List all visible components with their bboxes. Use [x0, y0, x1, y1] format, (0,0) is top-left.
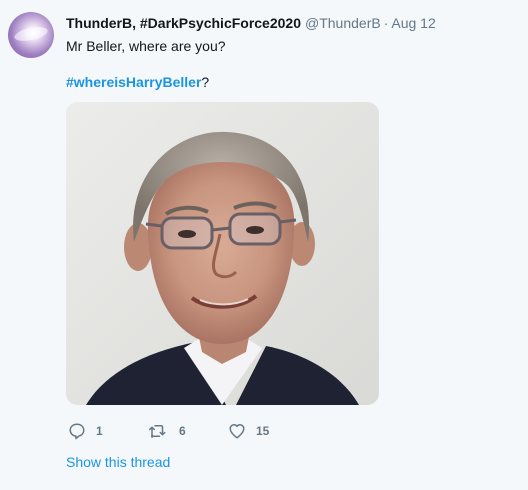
reply-icon [69, 423, 85, 440]
hashtag-link[interactable]: #whereisHarryBeller [66, 74, 201, 90]
user-handle[interactable]: @ThunderB [305, 15, 381, 31]
retweet-button[interactable]: 6 [147, 420, 186, 442]
tweet-header: ThunderB, #DarkPsychicForce2020 @ThunderB… [66, 14, 436, 32]
reply-button[interactable]: 1 [68, 420, 103, 442]
hashtag-suffix: ? [201, 74, 210, 90]
tweet-photo[interactable] [66, 102, 379, 405]
heart-icon [229, 423, 245, 439]
retweet-count: 6 [179, 424, 186, 438]
display-name[interactable]: ThunderB, #DarkPsychicForce2020 [66, 15, 301, 31]
show-thread-link[interactable]: Show this thread [66, 453, 170, 471]
retweet-icon [149, 425, 166, 438]
tweet-date[interactable]: Aug 12 [391, 15, 435, 31]
reply-count: 1 [96, 424, 103, 438]
like-count: 15 [256, 424, 270, 438]
portrait-photo [66, 102, 379, 405]
tweet-actions: 1 6 15 [66, 420, 366, 442]
avatar[interactable] [8, 12, 54, 58]
tweet-text-line2: #whereisHarryBeller? [66, 73, 209, 91]
avatar-swirl [13, 24, 49, 44]
like-button[interactable]: 15 [228, 420, 269, 442]
tweet: ThunderB, #DarkPsychicForce2020 @ThunderB… [0, 0, 528, 490]
separator-dot: · [383, 15, 389, 31]
tweet-text-line1: Mr Beller, where are you? [66, 38, 226, 54]
